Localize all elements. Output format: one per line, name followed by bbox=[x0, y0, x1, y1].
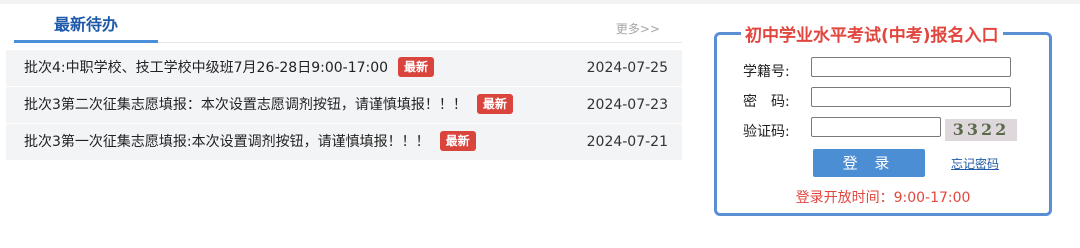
list-item[interactable]: 批次3第一次征集志愿填报:本次设置调剂按钮，请谨慎填报！！！ 最新 2024-07… bbox=[6, 124, 682, 161]
student-id-label: 学籍号: bbox=[743, 64, 790, 80]
new-badge: 最新 bbox=[439, 131, 476, 151]
news-title-underline bbox=[14, 40, 158, 43]
new-badge: 最新 bbox=[476, 94, 513, 114]
news-item-date: 2024-07-23 bbox=[586, 97, 668, 113]
captcha-input[interactable] bbox=[811, 117, 941, 137]
news-item-title[interactable]: 批次4:中职学校、技工学校中级班7月26-28日9:00-17:00 最新 bbox=[24, 50, 435, 86]
news-list: 批次4:中职学校、技工学校中级班7月26-28日9:00-17:00 最新 202… bbox=[6, 50, 682, 161]
top-divider bbox=[0, 0, 1080, 4]
forgot-password-link[interactable]: 忘记密码 bbox=[951, 155, 999, 172]
password-input[interactable] bbox=[811, 87, 1011, 107]
news-item-title[interactable]: 批次3第二次征集志愿填报：本次设置志愿调剂按钮，请谨慎填报！！！ 最新 bbox=[24, 87, 513, 123]
news-panel: 最新待办 更多>> 批次4:中职学校、技工学校中级班7月26-28日9:00-1… bbox=[6, 8, 682, 161]
news-item-text[interactable]: 批次4:中职学校、技工学校中级班7月26-28日9:00-17:00 bbox=[24, 60, 388, 76]
news-title: 最新待办 bbox=[53, 15, 118, 34]
open-time-notice: 登录开放时间：9:00-17:00 bbox=[795, 190, 971, 206]
registration-title: 初中学业水平考试(中考)报名入口 bbox=[741, 21, 1003, 46]
login-button[interactable]: 登 录 bbox=[813, 149, 925, 177]
news-item-text[interactable]: 批次3第一次征集志愿填报:本次设置调剂按钮，请谨慎填报！！！ bbox=[24, 134, 430, 150]
student-id-input[interactable] bbox=[811, 57, 1011, 77]
news-item-date: 2024-07-21 bbox=[586, 134, 668, 150]
list-item[interactable]: 批次4:中职学校、技工学校中级班7月26-28日9:00-17:00 最新 202… bbox=[6, 50, 682, 87]
news-item-date: 2024-07-25 bbox=[586, 60, 668, 76]
news-item-text[interactable]: 批次3第二次征集志愿填报：本次设置志愿调剂按钮，请谨慎填报！！！ bbox=[24, 97, 467, 113]
password-label: 密 码: bbox=[743, 94, 790, 110]
new-badge: 最新 bbox=[398, 57, 435, 77]
more-link[interactable]: 更多>> bbox=[616, 20, 660, 37]
news-header: 最新待办 更多>> bbox=[14, 8, 682, 43]
list-item[interactable]: 批次3第二次征集志愿填报：本次设置志愿调剂按钮，请谨慎填报！！！ 最新 2024-… bbox=[6, 87, 682, 124]
news-item-title[interactable]: 批次3第一次征集志愿填报:本次设置调剂按钮，请谨慎填报！！！ 最新 bbox=[24, 124, 476, 160]
captcha-label: 验证码: bbox=[743, 124, 790, 140]
captcha-image[interactable]: 3322 bbox=[945, 119, 1017, 141]
registration-panel: 初中学业水平考试(中考)报名入口 学籍号: 密 码: 验证码: 3322 登 录… bbox=[714, 21, 1052, 216]
